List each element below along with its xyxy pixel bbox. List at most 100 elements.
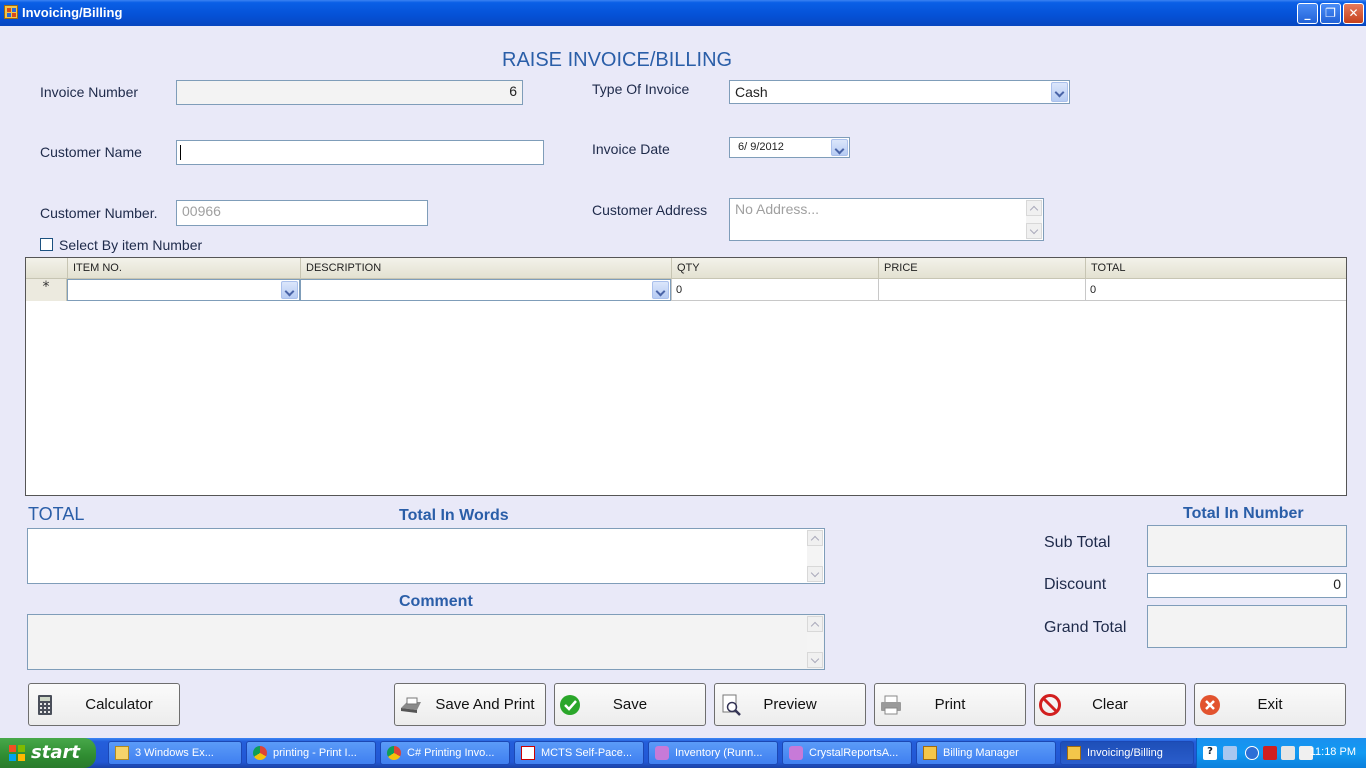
print-icon	[401, 697, 421, 713]
minimize-button[interactable]: _	[1297, 3, 1318, 24]
clear-label: Clear	[1092, 696, 1128, 713]
task-label: Billing Manager	[943, 747, 1019, 759]
select-by-item-checkbox[interactable]	[40, 238, 53, 251]
address-scrollbar[interactable]	[1026, 200, 1042, 239]
invoice-date-picker[interactable]: 6/ 9/2012	[729, 137, 850, 158]
scroll-down-icon[interactable]	[1026, 223, 1042, 239]
discount-input[interactable]: 0	[1147, 573, 1347, 598]
comment-scrollbar[interactable]	[807, 616, 823, 668]
qty-cell[interactable]: 0	[671, 279, 878, 301]
task-invoicing-billing[interactable]: Invoicing/Billing	[1060, 741, 1194, 765]
task-inventory[interactable]: Inventory (Runn...	[648, 741, 778, 765]
task-label: 3 Windows Ex...	[135, 747, 214, 759]
clock[interactable]: 11:18 PM	[1310, 746, 1356, 758]
chrome-icon	[387, 746, 401, 760]
comment-label: Comment	[399, 593, 473, 610]
column-header-description[interactable]: DESCRIPTION	[300, 258, 671, 278]
network-icon[interactable]	[1223, 746, 1237, 760]
grid-corner	[26, 258, 67, 278]
calendar-dropdown-icon[interactable]	[831, 139, 848, 156]
table-row[interactable]: * 0 0	[26, 279, 1346, 301]
preview-button[interactable]: Preview	[714, 683, 866, 726]
visual-studio-icon	[655, 746, 669, 760]
app-icon	[1067, 746, 1081, 760]
save-button[interactable]: Save	[554, 683, 706, 726]
save-label: Save	[612, 696, 648, 713]
antivirus-icon[interactable]	[1263, 746, 1277, 760]
total-words-scrollbar[interactable]	[807, 530, 823, 582]
sub-total-label: Sub Total	[1044, 534, 1111, 551]
type-of-invoice-value: Cash	[735, 84, 768, 100]
items-grid[interactable]: ITEM NO. DESCRIPTION QTY PRICE TOTAL * 0…	[25, 257, 1347, 496]
restore-button[interactable]: ❐	[1320, 3, 1341, 24]
windows-logo-icon	[9, 745, 25, 761]
scroll-up-icon[interactable]	[1026, 200, 1042, 216]
description-cell[interactable]	[300, 279, 671, 301]
save-and-print-label: Save And Print	[435, 696, 535, 713]
task-label: Invoicing/Billing	[1087, 747, 1163, 759]
visual-studio-icon	[789, 746, 803, 760]
folder-icon	[115, 746, 129, 760]
customer-address-textarea[interactable]: No Address...	[729, 198, 1044, 241]
invoice-number-field[interactable]: 6	[176, 80, 523, 105]
title-bar: Invoicing/Billing _ ❐ ✕	[0, 0, 1366, 26]
chrome-icon	[253, 746, 267, 760]
task-mcts[interactable]: MCTS Self-Pace...	[514, 741, 644, 765]
page-title: RAISE INVOICE/BILLING	[502, 49, 733, 71]
comment-textarea[interactable]	[27, 614, 825, 670]
price-cell[interactable]	[878, 279, 1085, 301]
expand-tray-icon[interactable]	[1245, 746, 1259, 760]
invoice-date-value: 6/ 9/2012	[738, 141, 784, 153]
task-billing-manager[interactable]: Billing Manager	[916, 741, 1056, 765]
calculator-button[interactable]: Calculator	[28, 683, 180, 726]
chevron-down-icon[interactable]	[1051, 82, 1068, 102]
invoice-number-label: Invoice Number	[40, 84, 139, 100]
print-label: Print	[934, 696, 966, 713]
chevron-down-icon[interactable]	[281, 281, 298, 299]
customer-number-field[interactable]: 00966	[176, 200, 428, 226]
calculator-label: Calculator	[85, 696, 153, 713]
volume-icon[interactable]	[1281, 746, 1295, 760]
scroll-down-icon[interactable]	[807, 652, 823, 668]
clear-button[interactable]: Clear	[1034, 683, 1186, 726]
chevron-down-icon[interactable]	[652, 281, 669, 299]
start-button[interactable]: start	[0, 738, 96, 768]
task-label: printing - Print I...	[273, 747, 357, 759]
column-header-qty[interactable]: QTY	[671, 258, 878, 278]
customer-address-label: Customer Address	[592, 202, 708, 218]
scroll-up-icon[interactable]	[807, 616, 823, 632]
system-tray: ? 11:18 PM	[1196, 738, 1366, 768]
total-cell[interactable]: 0	[1085, 279, 1346, 301]
print-button[interactable]: Print	[874, 683, 1026, 726]
type-of-invoice-select[interactable]: Cash	[729, 80, 1070, 104]
task-crystalreports[interactable]: CrystalReportsA...	[782, 741, 912, 765]
exit-button[interactable]: Exit	[1194, 683, 1346, 726]
column-header-item-no[interactable]: ITEM NO.	[67, 258, 300, 278]
calculator-icon	[38, 695, 52, 715]
total-in-words-textarea[interactable]	[27, 528, 825, 584]
pdf-icon	[521, 746, 535, 760]
scroll-up-icon[interactable]	[807, 530, 823, 546]
column-header-price[interactable]: PRICE	[878, 258, 1085, 278]
sub-total-field[interactable]	[1147, 525, 1347, 567]
total-in-words-label: Total In Words	[399, 507, 509, 524]
task-windows-explorer[interactable]: 3 Windows Ex...	[108, 741, 242, 765]
taskbar: start 3 Windows Ex... printing - Print I…	[0, 738, 1366, 768]
task-printing[interactable]: printing - Print I...	[246, 741, 376, 765]
help-icon[interactable]: ?	[1203, 746, 1217, 760]
window-title: Invoicing/Billing	[22, 5, 123, 20]
close-button[interactable]: ✕	[1343, 3, 1364, 24]
task-csharp-printing[interactable]: C# Printing Invo...	[380, 741, 510, 765]
task-label: C# Printing Invo...	[407, 747, 495, 759]
item-no-cell[interactable]	[67, 279, 300, 301]
customer-name-input[interactable]	[176, 140, 544, 165]
grand-total-field[interactable]	[1147, 605, 1347, 648]
scroll-down-icon[interactable]	[807, 566, 823, 582]
save-and-print-button[interactable]: Save And Print	[394, 683, 546, 726]
start-label: start	[31, 742, 80, 763]
task-label: CrystalReportsA...	[809, 747, 899, 759]
column-header-total[interactable]: TOTAL	[1085, 258, 1346, 278]
customer-name-label: Customer Name	[40, 144, 142, 160]
text-cursor	[180, 145, 181, 160]
new-row-marker: *	[26, 279, 67, 301]
